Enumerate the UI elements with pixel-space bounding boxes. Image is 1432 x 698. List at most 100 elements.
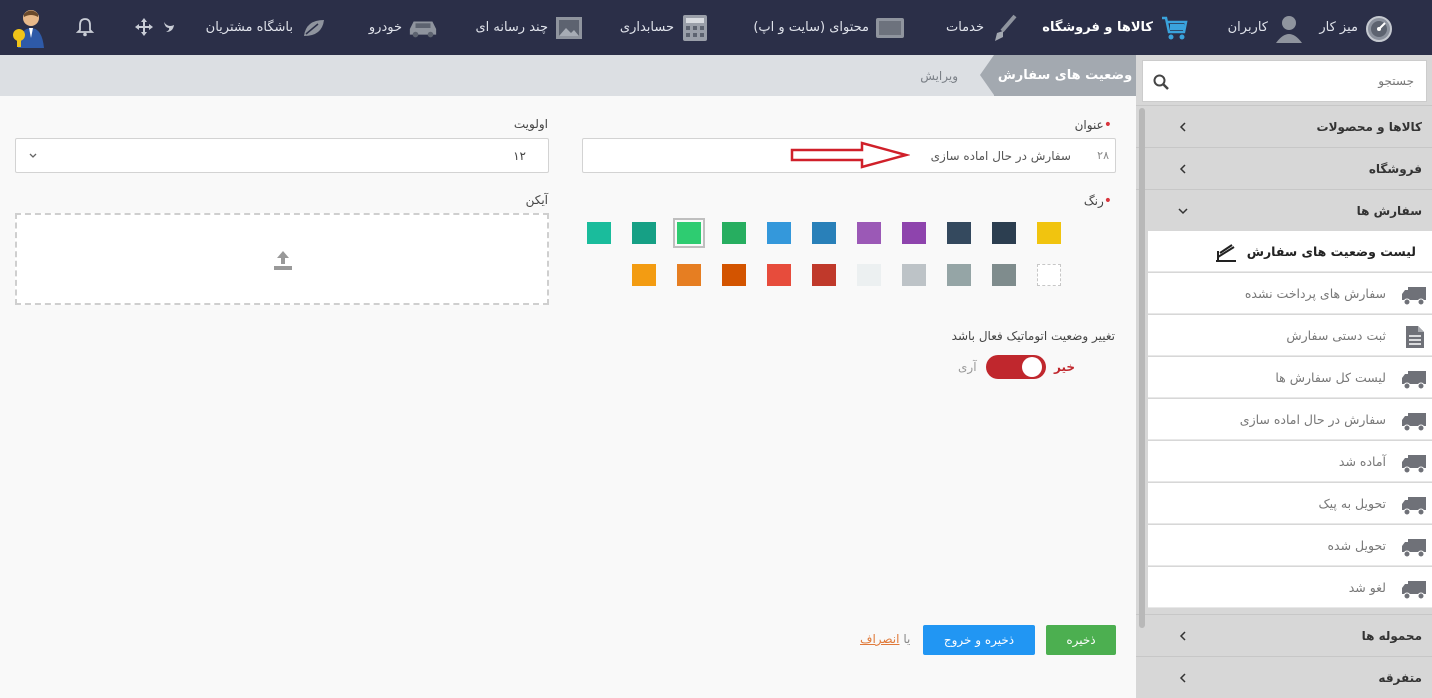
toggle-no-label: خیر <box>1054 360 1076 374</box>
truck-icon <box>1402 455 1426 474</box>
color-swatch[interactable] <box>587 222 611 244</box>
color-swatch[interactable] <box>947 222 971 244</box>
brush-icon <box>990 13 1020 43</box>
search-input[interactable] <box>1143 61 1426 101</box>
color-swatch[interactable] <box>902 264 926 286</box>
top-navigation-bar: میز کار کاربران کالاها و فروشگاه خدمات م… <box>0 0 1432 55</box>
color-swatch[interactable] <box>812 222 836 244</box>
annotation-arrow-icon <box>790 141 910 169</box>
calculator-icon <box>680 13 710 43</box>
color-swatch[interactable] <box>902 222 926 244</box>
breadcrumb: وضعیت های سفارش ویرایش <box>0 55 1136 96</box>
document-icon <box>1406 326 1424 348</box>
color-swatch[interactable] <box>677 264 701 286</box>
sidebar-item-preparing[interactable]: سفارش در حال اماده سازی <box>1148 399 1432 440</box>
user-avatar-icon[interactable] <box>10 8 48 48</box>
color-swatch[interactable] <box>673 218 705 248</box>
color-swatch[interactable] <box>632 264 656 286</box>
sidebar-group-label: متفرقه <box>1378 670 1422 685</box>
required-marker: • <box>1103 193 1112 209</box>
chevron-down-icon <box>1178 207 1188 214</box>
color-swatch[interactable] <box>722 222 746 244</box>
breadcrumb-current[interactable]: وضعیت های سفارش <box>994 55 1136 96</box>
auto-status-toggle[interactable] <box>986 355 1046 379</box>
upload-icon <box>274 251 292 270</box>
nav-item-multimedia[interactable]: چند رسانه ای <box>475 0 584 55</box>
sidebar-item-courier[interactable]: تحویل به پیک <box>1148 483 1432 524</box>
color-swatch-custom[interactable] <box>1037 264 1061 286</box>
nav-item-car[interactable]: خودرو <box>369 0 438 55</box>
nav-item-content[interactable]: محتوای (سایت و اپ) <box>753 0 905 55</box>
twitter-icon[interactable] <box>156 14 182 40</box>
sidebar-item-ready[interactable]: آماده شد <box>1148 441 1432 482</box>
save-and-exit-button[interactable]: ذخیره و خروج <box>923 625 1035 655</box>
truck-icon <box>1402 581 1426 600</box>
sidebar-group-shipments[interactable]: محموله ها <box>1136 614 1432 656</box>
color-swatch[interactable] <box>947 264 971 286</box>
color-label: •رنگ <box>1084 193 1115 209</box>
color-swatch[interactable] <box>992 264 1016 286</box>
nav-item-dashboard[interactable]: میز کار <box>1319 0 1394 55</box>
color-swatch[interactable] <box>767 222 791 244</box>
folder-icon <box>875 13 905 43</box>
or-text: یا <box>903 632 911 646</box>
nav-item-label: کالاها و فروشگاه <box>1042 20 1153 35</box>
priority-select[interactable]: ۱۲ <box>15 138 549 173</box>
color-swatch[interactable] <box>767 264 791 286</box>
sidebar-item-order-statuses[interactable]: لیست وضعیت های سفارش <box>1148 231 1432 272</box>
sidebar-item-cancelled[interactable]: لغو شد <box>1148 567 1432 608</box>
user-icon <box>1274 13 1304 43</box>
search-icon[interactable] <box>1153 74 1169 93</box>
leaf-icon <box>299 13 329 43</box>
chevron-down-icon <box>29 153 37 158</box>
color-swatch[interactable] <box>857 264 881 286</box>
cancel-link[interactable]: انصراف <box>860 632 899 646</box>
truck-icon <box>1402 413 1426 432</box>
sidebar-item-label: ثبت دستی سفارش <box>1286 328 1386 343</box>
color-swatch[interactable] <box>722 264 746 286</box>
nav-item-label: میز کار <box>1319 20 1358 35</box>
nav-item-services[interactable]: خدمات <box>946 0 1020 55</box>
sidebar-item-all-orders[interactable]: لیست کل سفارش ها <box>1148 357 1432 398</box>
breadcrumb-action: ویرایش <box>920 68 958 83</box>
color-label-text: رنگ <box>1083 194 1104 208</box>
color-swatch[interactable] <box>632 222 656 244</box>
sidebar-group-orders[interactable]: سفارش ها <box>1136 189 1432 231</box>
required-marker: • <box>1103 117 1112 133</box>
sidebar-item-manual-order[interactable]: ثبت دستی سفارش <box>1148 315 1432 356</box>
color-swatch[interactable] <box>1037 222 1061 244</box>
sidebar-item-delivered[interactable]: تحویل شده <box>1148 525 1432 566</box>
priority-value: ۱۲ <box>513 149 526 163</box>
cancel-area: یا انصراف <box>860 632 910 646</box>
nav-item-label: باشگاه مشتریان <box>205 20 293 35</box>
nav-item-customer-club[interactable]: باشگاه مشتریان <box>206 0 329 55</box>
nav-item-products-store[interactable]: کالاها و فروشگاه <box>1042 0 1189 55</box>
sidebar-scrollbar[interactable] <box>1139 108 1145 628</box>
sidebar-group-label: محموله ها <box>1361 628 1422 643</box>
truck-icon <box>1402 287 1426 306</box>
color-swatch[interactable] <box>857 222 881 244</box>
sidebar-item-label: لیست وضعیت های سفارش <box>1246 244 1416 259</box>
color-swatch[interactable] <box>992 222 1016 244</box>
bell-icon[interactable] <box>72 14 98 40</box>
sidebar-group-products[interactable]: کالاها و محصولات <box>1136 105 1432 147</box>
nav-item-label: حسابداری <box>619 20 674 35</box>
sidebar-group-store[interactable]: فروشگاه <box>1136 147 1432 189</box>
chevron-left-icon <box>1179 672 1186 683</box>
title-label: •عنوان <box>1075 117 1115 133</box>
save-button[interactable]: ذخیره <box>1046 625 1116 655</box>
image-icon <box>554 13 584 43</box>
toggle-yes-label: آری <box>958 360 977 374</box>
icon-upload-area[interactable] <box>15 213 549 305</box>
move-arrows-icon[interactable] <box>131 14 157 40</box>
nav-item-accounting[interactable]: حسابداری <box>620 0 710 55</box>
breadcrumb-arrow <box>980 55 994 95</box>
nav-item-users[interactable]: کاربران <box>1228 0 1304 55</box>
nav-item-label: محتوای (سایت و اپ) <box>753 20 869 35</box>
color-swatch[interactable] <box>812 264 836 286</box>
truck-icon <box>1402 497 1426 516</box>
sidebar-item-unpaid-orders[interactable]: سفارش های پرداخت نشده <box>1148 273 1432 314</box>
icon-label: آیکن <box>525 193 548 207</box>
sidebar-group-misc[interactable]: متفرقه <box>1136 656 1432 698</box>
sidebar: کالاها و محصولات فروشگاه سفارش ها لیست و… <box>1136 55 1432 698</box>
